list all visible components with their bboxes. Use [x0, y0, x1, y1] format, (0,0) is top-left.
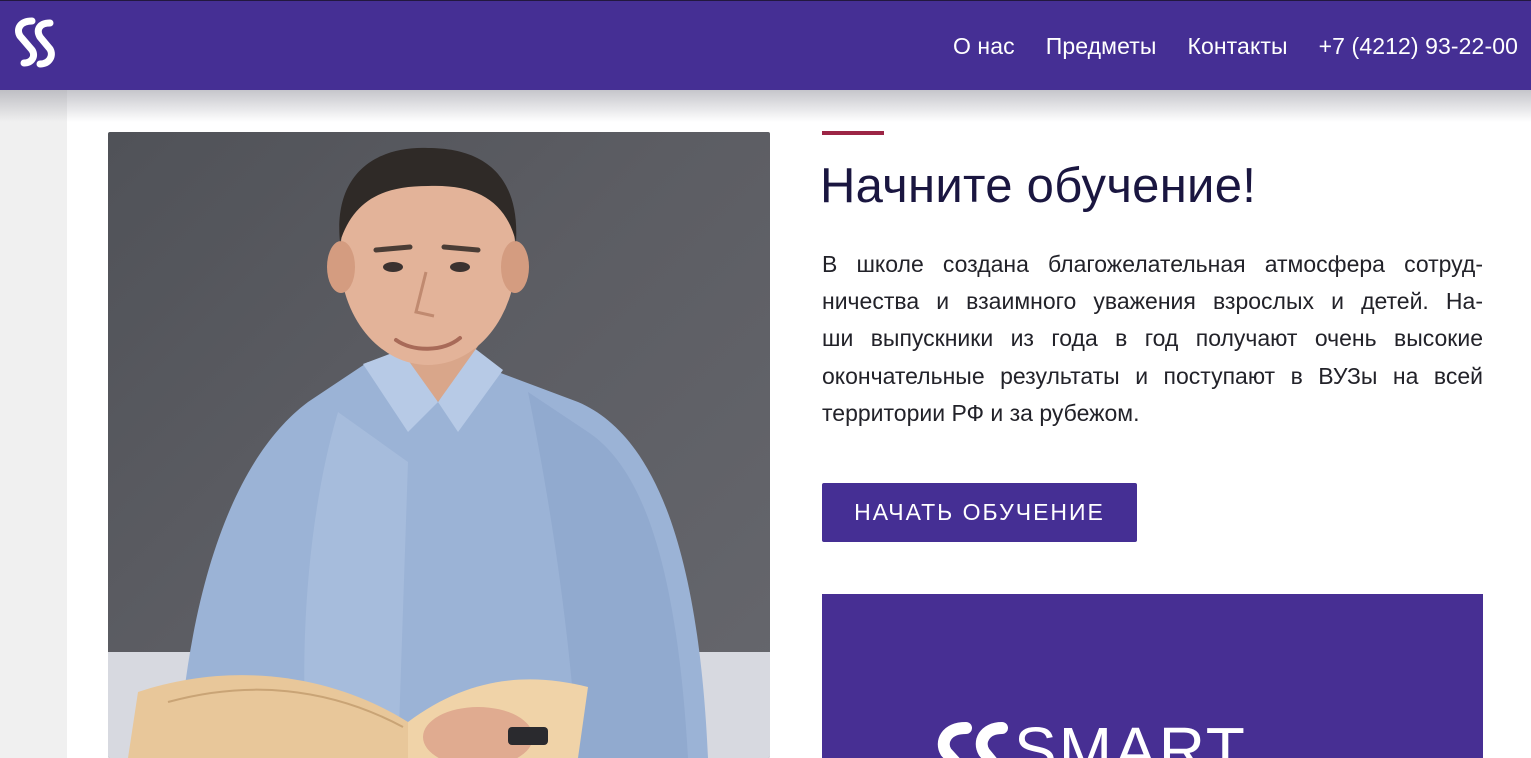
page-title: Начните обучение! [820, 159, 1257, 213]
intro-line: территории РФ и за рубежом. [822, 399, 1140, 426]
nav-contacts-link[interactable]: Контакты [1187, 33, 1287, 60]
nav-phone-link[interactable]: +7 (4212) 93-22-00 [1319, 33, 1518, 60]
heading-accent-line [822, 131, 884, 135]
nav-about-link[interactable]: О нас [953, 33, 1015, 60]
start-learning-button[interactable]: НАЧАТЬ ОБУЧЕНИЕ [822, 483, 1137, 542]
intro-line: В школе создана благожелательная атмосфе… [822, 251, 1483, 277]
promo-banner: SMART [822, 594, 1483, 758]
intro-line: ши выпускники из года в год получают оче… [822, 325, 1483, 352]
promo-brand-word: SMART [1014, 714, 1247, 758]
teacher-portrait-photo [108, 132, 770, 758]
site-header: О нас Предметы Контакты +7 (4212) 93-22-… [0, 0, 1531, 90]
intro-line: окончательные результаты и поступают в В… [822, 362, 1483, 389]
nav-subjects-link[interactable]: Предметы [1046, 33, 1157, 60]
main-nav: О нас Предметы Контакты +7 (4212) 93-22-… [953, 1, 1518, 91]
ss-logo-icon[interactable] [12, 17, 60, 69]
intro-paragraph: В школе создана благожелательная атмосфе… [822, 246, 1483, 432]
ss-logo-icon [932, 722, 1014, 758]
intro-line: ничества и взаимного уважения взрослых и… [822, 288, 1483, 315]
